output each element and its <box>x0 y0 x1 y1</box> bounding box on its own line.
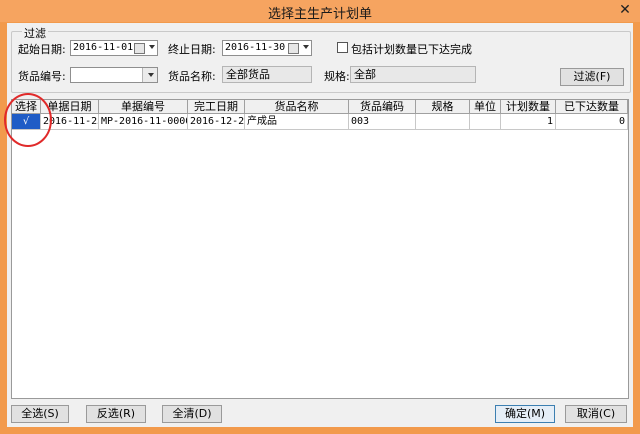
combo-dropdown-button[interactable] <box>142 68 157 82</box>
ok-button[interactable]: 确定(M) <box>495 405 555 423</box>
column-header[interactable]: 货品名称 <box>245 100 349 114</box>
filter-group: 过滤 起始日期: 2016-11-01 终止日期: 2016-11-30 包括计… <box>11 25 631 93</box>
cancel-button[interactable]: 取消(C) <box>565 405 627 423</box>
column-header[interactable]: 货品编码 <box>349 100 416 114</box>
chevron-down-icon[interactable] <box>303 45 309 49</box>
window-title: 选择主生产计划单 <box>267 7 372 22</box>
spec-label: 规格: <box>324 70 350 83</box>
goods-name-cell: 产成品 <box>245 114 349 130</box>
include-completed-checkbox[interactable] <box>337 42 348 53</box>
goods-code-label: 货品编号: <box>18 70 66 83</box>
plan-qty-cell: 1 <box>501 114 556 130</box>
start-date-picker[interactable]: 2016-11-01 <box>70 40 158 56</box>
close-icon[interactable]: ✕ <box>616 2 634 18</box>
goods-code-cell: 003 <box>349 114 416 130</box>
unit-cell <box>470 114 501 130</box>
spec-cell <box>416 114 470 130</box>
finish-date-cell: 2016-12-23 <box>188 114 245 130</box>
doc-no-cell: MP-2016-11-00001 <box>99 114 188 130</box>
filter-group-label: 过滤 <box>22 25 48 41</box>
table-row[interactable]: √ 2016-11-23 MP-2016-11-00001 2016-12-23… <box>12 114 628 130</box>
dialog-body: 过滤 起始日期: 2016-11-01 终止日期: 2016-11-30 包括计… <box>7 23 633 427</box>
start-date-label: 起始日期: <box>18 43 66 56</box>
table-header: 选择 单据日期 单据编号 完工日期 货品名称 货品编码 规格 单位 计划数量 已… <box>12 100 628 114</box>
goods-code-combobox[interactable] <box>70 67 158 83</box>
column-header[interactable]: 已下达数量 <box>556 100 628 114</box>
column-header[interactable]: 完工日期 <box>188 100 245 114</box>
chevron-down-icon <box>148 73 154 77</box>
select-all-button[interactable]: 全选(S) <box>11 405 69 423</box>
calendar-icon[interactable] <box>288 43 299 54</box>
spec-field: 全部 <box>350 66 476 83</box>
filter-button[interactable]: 过滤(F) <box>560 68 624 86</box>
invert-selection-button[interactable]: 反选(R) <box>86 405 146 423</box>
end-date-value: 2016-11-30 <box>225 42 286 53</box>
column-header[interactable]: 单位 <box>470 100 501 114</box>
goods-name-field: 全部货品 <box>222 66 312 83</box>
title-bar: 选择主生产计划单 ✕ <box>0 0 640 22</box>
column-header[interactable]: 计划数量 <box>501 100 556 114</box>
include-completed-label: 包括计划数量已下达完成 <box>351 43 472 56</box>
annotation-circle <box>4 93 52 147</box>
start-date-value: 2016-11-01 <box>73 42 134 53</box>
end-date-label: 终止日期: <box>168 43 216 56</box>
plan-table: 选择 单据日期 单据编号 完工日期 货品名称 货品编码 规格 单位 计划数量 已… <box>11 99 629 399</box>
chevron-down-icon[interactable] <box>149 45 155 49</box>
end-date-picker[interactable]: 2016-11-30 <box>222 40 312 56</box>
calendar-icon[interactable] <box>134 43 145 54</box>
clear-all-button[interactable]: 全清(D) <box>162 405 222 423</box>
goods-name-label: 货品名称: <box>168 70 216 83</box>
issued-qty-cell: 0 <box>556 114 628 130</box>
column-header[interactable]: 单据编号 <box>99 100 188 114</box>
column-header[interactable]: 规格 <box>416 100 470 114</box>
